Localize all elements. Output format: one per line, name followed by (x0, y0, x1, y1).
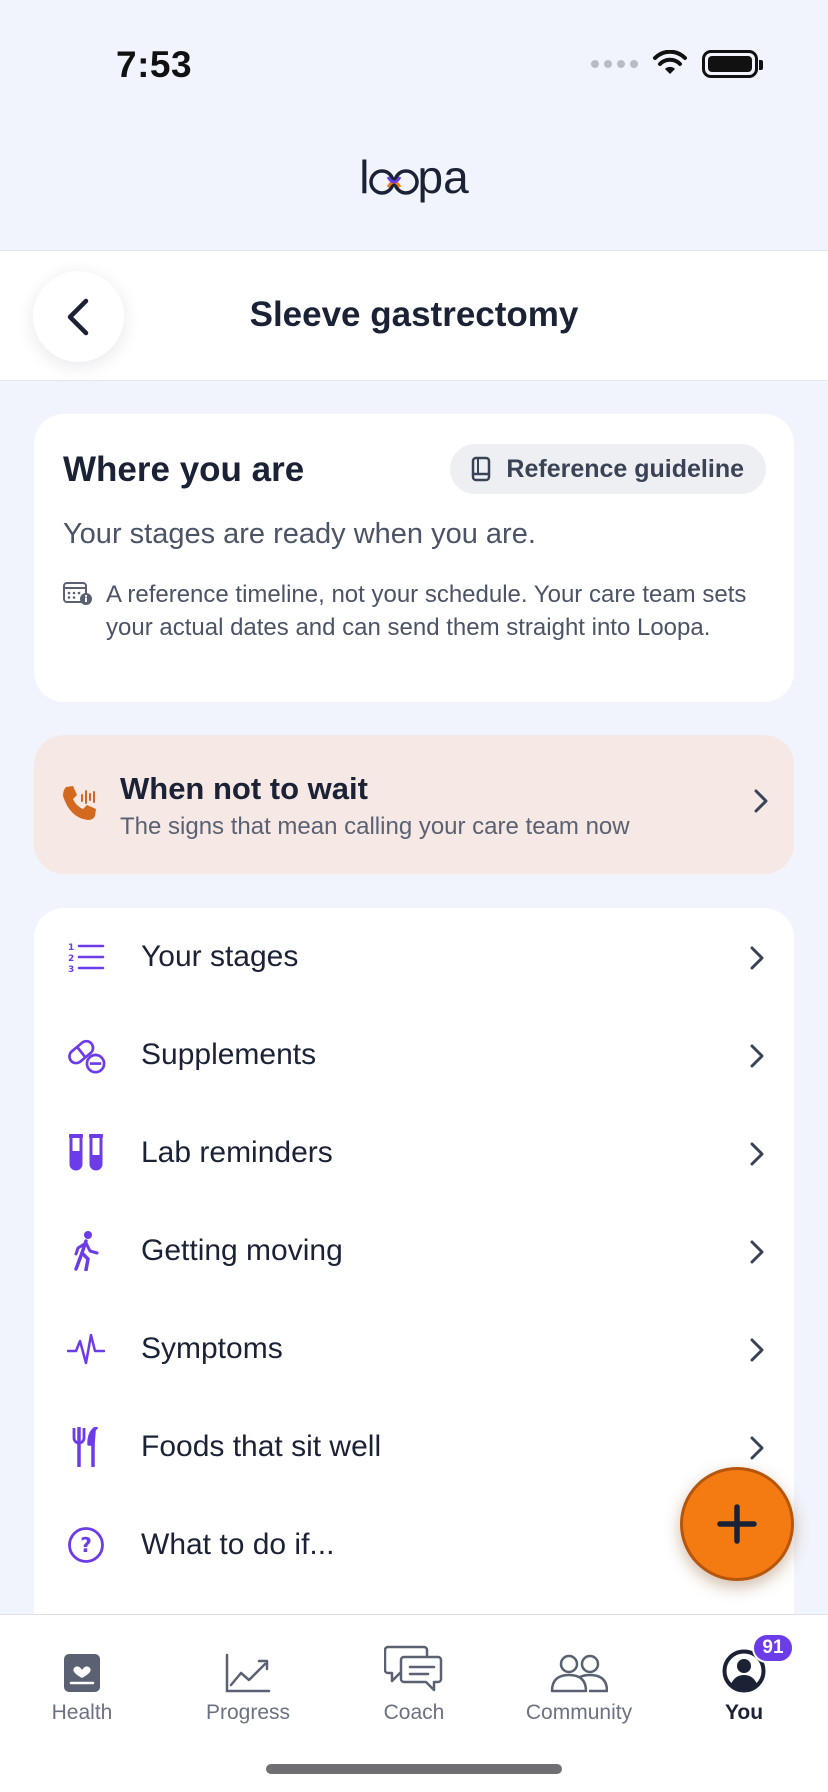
chevron-right-icon (754, 789, 768, 813)
menu-item-supplements[interactable]: Supplements (34, 1006, 794, 1104)
where-subtitle: Your stages are ready when you are. (63, 518, 536, 550)
menu-item-symptoms[interactable]: Symptoms (34, 1300, 794, 1398)
phone-alert-icon (63, 786, 96, 820)
battery-icon (702, 50, 763, 78)
page-title: Sleeve gastrectomy (249, 295, 579, 334)
home-indicator (266, 1764, 562, 1774)
chart-icon (178, 1637, 318, 1693)
tab-label: Health (51, 1701, 113, 1724)
utensils-icon (66, 1427, 106, 1467)
where-heading: Where you are (63, 450, 305, 489)
title-bar: Sleeve gastrectomy (0, 250, 828, 381)
plus-icon (717, 1504, 757, 1544)
chevron-right-icon (750, 1142, 764, 1166)
tab-coach[interactable]: Coach (344, 1637, 484, 1725)
calendar-info-icon (63, 582, 92, 605)
reference-guideline-button[interactable]: Reference guideline (450, 444, 766, 494)
wait-subtitle: The signs that mean calling your care te… (120, 813, 630, 840)
tab-progress[interactable]: Progress (178, 1637, 318, 1725)
menu-item-label: Foods that sit well (141, 1430, 382, 1463)
tab-label: Progress (205, 1701, 291, 1724)
menu-item-label: Supplements (141, 1038, 317, 1071)
book-icon (472, 456, 491, 482)
chevron-right-icon (750, 1240, 764, 1264)
chevron-right-icon (750, 1436, 764, 1460)
tab-community[interactable]: Community (509, 1637, 649, 1725)
notification-badge: 91 (752, 1633, 794, 1663)
menu-item-getting-moving[interactable]: Getting moving (34, 1202, 794, 1300)
test-tubes-icon (66, 1133, 106, 1173)
wait-title: When not to wait (120, 771, 368, 806)
pill-icon (66, 1035, 106, 1075)
brand-logo: l pa (0, 150, 828, 204)
numbered-list-icon: 1 2 3 (66, 937, 106, 977)
tab-health[interactable]: Health (12, 1637, 152, 1725)
status-icons (591, 50, 763, 78)
infinity-loop-icon (368, 166, 420, 196)
reference-guideline-label: Reference guideline (506, 454, 744, 483)
svg-text:3: 3 (68, 965, 74, 973)
where-you-are-card: Where you are Reference guideline Your s… (34, 414, 794, 702)
signal-icon (591, 60, 638, 68)
svg-text:1: 1 (68, 943, 74, 953)
menu-item-foods[interactable]: Foods that sit well (34, 1398, 794, 1496)
walking-icon (66, 1231, 106, 1271)
chevron-right-icon (750, 1044, 764, 1068)
when-not-to-wait-card[interactable]: When not to wait The signs that mean cal… (34, 735, 794, 874)
people-icon (509, 1637, 649, 1693)
menu-item-label: Your stages (141, 940, 299, 973)
wifi-icon (653, 50, 687, 74)
where-note: A reference timeline, not your schedule.… (106, 581, 747, 641)
status-time: 7:53 (116, 44, 193, 85)
tab-you[interactable]: 91 You (674, 1633, 814, 1725)
svg-text:?: ? (80, 1533, 92, 1557)
menu-item-label: Lab reminders (141, 1136, 333, 1169)
menu-item-what-to-do-if[interactable]: ? What to do if... (34, 1496, 794, 1594)
health-icon (12, 1637, 152, 1693)
menu-item-lab-reminders[interactable]: Lab reminders (34, 1104, 794, 1202)
brand-logo-text-end: pa (417, 151, 469, 203)
chevron-right-icon (750, 1338, 764, 1362)
status-bar: 7:53 (0, 0, 828, 120)
menu-item-label: Symptoms (141, 1332, 283, 1365)
tab-label: Community (525, 1701, 633, 1724)
svg-text:2: 2 (68, 954, 74, 964)
menu-item-label: What to do if... (141, 1528, 335, 1561)
tab-label: You (724, 1701, 764, 1724)
tab-label: Coach (383, 1701, 445, 1724)
pulse-icon (66, 1329, 106, 1369)
menu-item-label: Getting moving (141, 1234, 343, 1267)
chat-icon (344, 1637, 484, 1693)
add-fab-button[interactable] (680, 1467, 794, 1581)
chevron-right-icon (750, 946, 764, 970)
question-icon: ? (66, 1525, 106, 1565)
menu-item-your-stages[interactable]: 1 2 3 Your stages (34, 908, 794, 1006)
